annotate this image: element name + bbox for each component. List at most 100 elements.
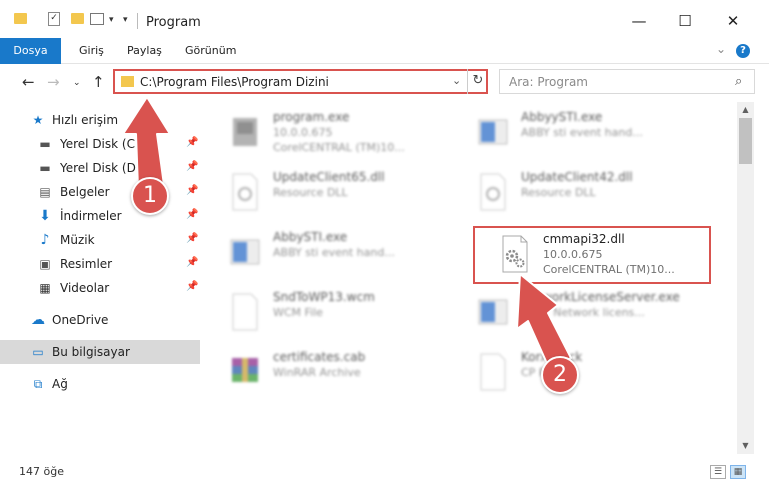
scrollbar-thumb[interactable] [739, 118, 752, 164]
sidebar-item-onedrive[interactable]: ☁ OneDrive [0, 308, 200, 332]
downloads-icon: ⬇ [39, 208, 51, 224]
file-description: WCM File [273, 306, 323, 319]
file-description: ABBY sti event hand... [521, 126, 643, 139]
tab-share[interactable]: Paylaş [127, 38, 162, 64]
sidebar-item-disk-c[interactable]: ▬ Yerel Disk (C:) 📌 [0, 132, 200, 156]
file-item[interactable]: AbbyySTI.exe ABBY sti event hand... [455, 106, 695, 162]
sidebar-item-label: Resimler [60, 257, 113, 271]
file-version: 10.0.0.675 [273, 126, 333, 139]
up-arrow-icon[interactable]: ↑ [92, 73, 105, 91]
scroll-up-icon[interactable]: ▲ [737, 102, 754, 118]
documents-icon: ▤ [39, 185, 51, 199]
file-item[interactable]: UpdateClient42.dll Resource DLL [455, 166, 695, 222]
step-badge-2: 2 [541, 356, 579, 394]
music-icon: ♪ [40, 232, 50, 248]
pin-icon[interactable]: 📌 [186, 281, 198, 292]
pin-icon[interactable]: 📌 [186, 161, 198, 172]
tab-view[interactable]: Görünüm [185, 38, 236, 64]
file-item[interactable]: SndToWP13.wcm WCM File [207, 286, 447, 342]
navigation-pane: ★ Hızlı erişim ▬ Yerel Disk (C:) 📌 ▬ Yer… [0, 102, 205, 454]
sidebar-item-quick-access[interactable]: ★ Hızlı erişim [0, 108, 200, 132]
new-folder-icon[interactable] [71, 13, 84, 24]
file-name: UpdateClient65.dll [273, 170, 385, 184]
tab-home[interactable]: Giriş [79, 38, 104, 64]
pictures-icon: ▣ [39, 257, 51, 271]
search-box[interactable]: Ara: Program ⌕ [499, 69, 755, 94]
file-item[interactable]: certificates.cab WinRAR Archive [207, 346, 447, 402]
folder-icon [14, 13, 27, 24]
quick-access-menu-icon[interactable] [90, 13, 104, 25]
sidebar-item-label: Bu bilgisayar [52, 345, 130, 359]
sidebar-item-label: Yerel Disk (C:) [60, 137, 144, 151]
file-icon [232, 293, 258, 331]
minimize-button[interactable]: — [616, 6, 662, 36]
file-name: UpdateClient42.dll [521, 170, 633, 184]
chevron-down-icon[interactable]: ⌄ [452, 74, 461, 87]
file-item[interactable]: program.exe 10.0.0.675 CorelCENTRAL (TM)… [207, 106, 447, 162]
file-icon [480, 353, 506, 391]
expand-ribbon-icon[interactable]: ⌄ [716, 42, 726, 56]
sidebar-item-label: Hızlı erişim [52, 113, 119, 127]
dll-icon [480, 173, 506, 211]
file-description: Resource DLL [521, 186, 596, 199]
address-path[interactable]: C:\Program Files\Program Dizini [140, 75, 329, 89]
tab-file[interactable]: Dosya [0, 38, 61, 64]
pin-icon[interactable]: 📌 [186, 185, 198, 196]
sidebar-item-label: Videolar [60, 281, 110, 295]
sidebar-item-label: Müzik [60, 233, 95, 247]
sidebar-item-music[interactable]: ♪ Müzik 📌 [0, 228, 200, 252]
status-bar: 147 öğe ☰ ▦ [0, 456, 769, 498]
dll-icon [232, 173, 258, 211]
divider [137, 13, 138, 29]
window-title: Program [146, 15, 201, 30]
properties-check-icon[interactable]: ✓ [48, 12, 60, 26]
sidebar-item-pictures[interactable]: ▣ Resimler 📌 [0, 252, 200, 276]
pin-icon[interactable]: 📌 [186, 137, 198, 148]
folder-icon [121, 76, 134, 87]
pin-icon[interactable]: 📌 [186, 209, 198, 220]
file-name: NetworkLicenseServer.exe [521, 290, 680, 304]
step-badge-1: 1 [131, 177, 169, 215]
help-icon[interactable]: ? [736, 44, 750, 58]
file-name: program.exe [273, 110, 350, 124]
cloud-icon: ☁ [31, 312, 45, 328]
vertical-scrollbar[interactable]: ▲ ▼ [737, 102, 754, 454]
computer-icon: ▭ [32, 345, 44, 359]
drive-icon: ▬ [39, 161, 51, 175]
refresh-icon[interactable]: ↻ [467, 69, 488, 94]
tiles-view-icon[interactable]: ▦ [730, 465, 746, 479]
file-item[interactable]: AbbySTI.exe ABBY sti event hand... [207, 226, 447, 282]
sidebar-item-this-pc[interactable]: ▭ Bu bilgisayar [0, 340, 200, 364]
sidebar-item-downloads[interactable]: ⬇ İndirmeler 📌 [0, 204, 200, 228]
back-arrow-icon[interactable]: ← [22, 73, 35, 91]
sidebar-item-videos[interactable]: ▦ Videolar 📌 [0, 276, 200, 300]
title-bar: ✓ ▾ ▾ Program — ☐ ✕ [0, 0, 769, 38]
star-icon: ★ [32, 113, 44, 127]
file-item[interactable]: NetworkLicenseServer.exe ABBY Network li… [455, 286, 695, 342]
highlight-box [473, 226, 711, 284]
address-bar[interactable]: C:\Program Files\Program Dizini ⌄ ↻ [113, 69, 488, 94]
drive-icon: ▬ [39, 137, 51, 151]
recent-locations-icon[interactable]: ⌄ [73, 78, 81, 88]
close-button[interactable]: ✕ [710, 6, 756, 36]
search-input[interactable]: Ara: Program [509, 75, 588, 89]
maximize-button[interactable]: ☐ [662, 6, 708, 36]
details-view-icon[interactable]: ☰ [710, 465, 726, 479]
network-icon: ⧉ [33, 377, 43, 391]
scroll-down-icon[interactable]: ▼ [737, 438, 754, 454]
customize-toolbar-icon[interactable]: ▾ [123, 15, 128, 25]
sidebar-item-documents[interactable]: ▤ Belgeler 📌 [0, 180, 200, 204]
file-name: AbbySTI.exe [273, 230, 348, 244]
sidebar-item-network[interactable]: ⧉ Ağ [0, 372, 200, 396]
search-icon[interactable]: ⌕ [735, 74, 742, 89]
forward-arrow-icon[interactable]: → [47, 73, 60, 91]
sidebar-item-label: Belgeler [60, 185, 110, 199]
exe-icon [478, 119, 508, 145]
chevron-down-icon[interactable]: ▾ [109, 15, 114, 25]
pin-icon[interactable]: 📌 [186, 257, 198, 268]
file-description: Resource DLL [273, 186, 348, 199]
file-item[interactable]: UpdateClient65.dll Resource DLL [207, 166, 447, 222]
item-count: 147 öğe [19, 465, 64, 478]
sidebar-item-disk-d[interactable]: ▬ Yerel Disk (D:) 📌 [0, 156, 200, 180]
pin-icon[interactable]: 📌 [186, 233, 198, 244]
